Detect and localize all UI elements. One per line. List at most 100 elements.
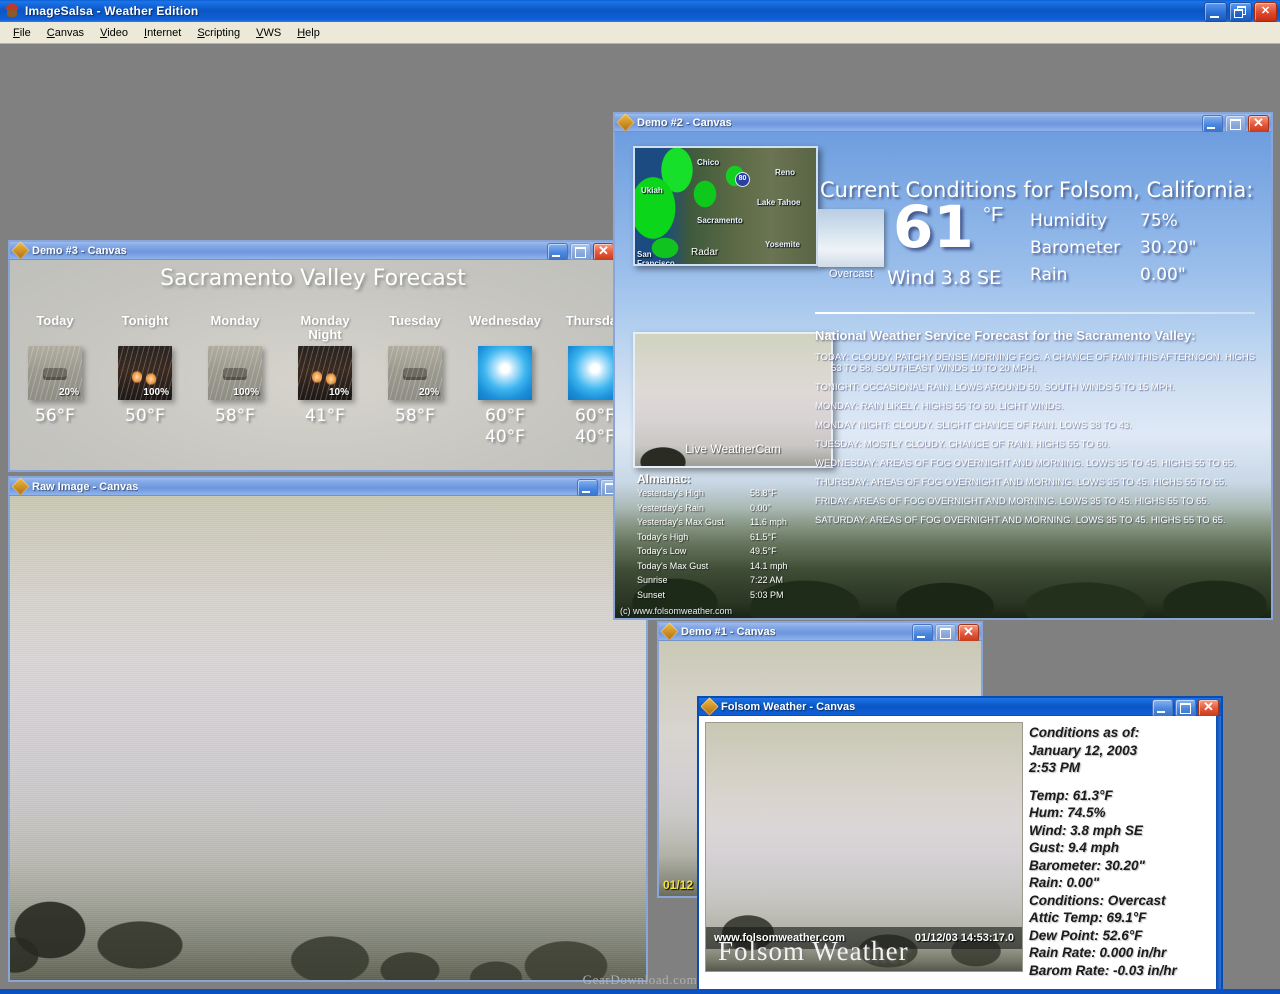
menu-item-help[interactable]: Help bbox=[289, 25, 328, 41]
almanac-key: Sunset bbox=[637, 588, 750, 603]
forecast-paragraph: TODAY: CLOUDY. PATCHY DENSE MORNING FOG.… bbox=[815, 352, 1263, 374]
forecast-temperatures: 60°F40°F bbox=[550, 406, 618, 448]
minimize-button[interactable] bbox=[1204, 2, 1227, 22]
forecast-temperatures: 58°F bbox=[370, 406, 460, 427]
forecast-day-column: Today20%56°F bbox=[10, 314, 100, 448]
demo3-close-button[interactable]: ✕ bbox=[593, 243, 614, 261]
window-demo-2: Demo #2 - Canvas ✕ Chico Reno Ukiah Lake… bbox=[613, 112, 1273, 620]
canvas-icon bbox=[616, 113, 634, 131]
status-strip bbox=[0, 989, 1280, 994]
demo3-minimize-button[interactable] bbox=[547, 243, 568, 261]
demo1-titlebar[interactable]: Demo #1 - Canvas ✕ bbox=[657, 621, 983, 641]
demo3-titlebar[interactable]: Demo #3 - Canvas ✕ bbox=[8, 240, 618, 260]
stat-row: Barometer30.20" bbox=[1030, 235, 1270, 262]
folsom-titlebar[interactable]: Folsom Weather - Canvas ✕ bbox=[697, 696, 1223, 716]
menu-item-vws[interactable]: VWS bbox=[248, 25, 289, 41]
folsom-reading: Wind: 3.8 mph SE bbox=[1029, 822, 1219, 840]
raw-image-titlebar[interactable]: Raw Image - Canvas ✕ bbox=[8, 476, 648, 496]
highway-80-badge: 80 bbox=[735, 172, 750, 187]
menu-item-canvas[interactable]: Canvas bbox=[39, 25, 92, 41]
radar-place-san-francisco: San Francisco bbox=[637, 250, 683, 266]
demo2-titlebar[interactable]: Demo #2 - Canvas ✕ bbox=[613, 112, 1273, 132]
demo2-close-button[interactable]: ✕ bbox=[1248, 115, 1269, 133]
forecast-temperatures: 58°F bbox=[190, 406, 280, 427]
folsom-webcam-image[interactable]: www.folsomweather.com 01/12/03 14:53:17.… bbox=[705, 722, 1023, 972]
close-button[interactable]: ✕ bbox=[1254, 2, 1277, 22]
forecast-day-name: Tonight bbox=[100, 314, 190, 344]
precip-probability: 100% bbox=[143, 387, 169, 398]
demo1-window-controls: ✕ bbox=[912, 624, 979, 642]
radar-place-sacramento: Sacramento bbox=[697, 216, 743, 225]
forecast-columns: Today20%56°FTonight 100% 50°F Monday 100% 58°… bbox=[10, 314, 616, 448]
menubar: File Canvas Video Internet Scripting VWS… bbox=[0, 22, 1280, 44]
radar-place-lake-tahoe: Lake Tahoe bbox=[757, 198, 800, 207]
forecast-weather-icon: 20% bbox=[388, 346, 442, 400]
almanac-row: Sunrise7:22 AM bbox=[637, 573, 817, 588]
radar-place-yosemite: Yosemite bbox=[765, 240, 800, 249]
demo2-window-controls: ✕ bbox=[1202, 115, 1269, 133]
vertical-scrollbar[interactable] bbox=[1216, 716, 1221, 994]
almanac-value: 7:22 AM bbox=[750, 573, 783, 588]
folsom-title: Folsom Weather - Canvas bbox=[721, 701, 855, 713]
almanac-row: Sunset5:03 PM bbox=[637, 588, 817, 603]
menu-item-file[interactable]: File bbox=[5, 25, 39, 41]
main-titlebar[interactable]: ImageSalsa - Weather Edition ✕ bbox=[0, 0, 1280, 23]
almanac-value: 61.5°F bbox=[750, 530, 777, 545]
demo3-canvas: Sacramento Valley Forecast Today20%56°FT… bbox=[8, 260, 618, 472]
forecast-day-name: Wednesday bbox=[460, 314, 550, 344]
folsom-close-button[interactable]: ✕ bbox=[1198, 699, 1219, 717]
forecast-weather-icon: 100% bbox=[208, 346, 262, 400]
live-weathercam-image[interactable]: Live WeatherCam bbox=[633, 332, 833, 468]
forecast-weather-icon: 10% bbox=[298, 346, 352, 400]
forecast-paragraph: TONIGHT: OCCASIONAL RAIN. LOWS AROUND 50… bbox=[815, 382, 1263, 393]
almanac-value: 14.1 mph bbox=[750, 559, 788, 574]
radar-map-image[interactable]: Chico Reno Ukiah Lake Tahoe Sacramento Y… bbox=[633, 146, 818, 266]
forecast-day-column: Monday 100% 58°F bbox=[190, 314, 280, 448]
cupcake-icon bbox=[4, 3, 20, 19]
raw-image-canvas bbox=[8, 496, 648, 982]
menu-item-internet[interactable]: Internet bbox=[136, 25, 189, 41]
current-stats-list: Humidity75%Barometer30.20"Rain0.00" bbox=[1030, 208, 1270, 289]
almanac-value: 0.00" bbox=[750, 501, 771, 516]
almanac-row: Today's Low49.5°F bbox=[637, 544, 817, 559]
demo2-minimize-button[interactable] bbox=[1202, 115, 1223, 133]
stat-row: Rain0.00" bbox=[1030, 262, 1270, 289]
raw-image-minimize-button[interactable] bbox=[577, 479, 598, 497]
tree-middle bbox=[260, 870, 460, 982]
conditions-time: 2:53 PM bbox=[1029, 759, 1219, 777]
nws-forecast-title: National Weather Service Forecast for th… bbox=[815, 328, 1196, 343]
almanac-row: Yesterday's Rain0.00" bbox=[637, 501, 817, 516]
almanac-key: Today's High bbox=[637, 530, 750, 545]
radar-label: Radar bbox=[691, 247, 718, 258]
almanac-key: Yesterday's High bbox=[637, 486, 750, 501]
demo2-maximize-button[interactable] bbox=[1225, 115, 1246, 133]
condition-label: Overcast bbox=[815, 268, 887, 280]
forecast-day-name: Monday bbox=[190, 314, 280, 344]
precip-probability: 100% bbox=[233, 387, 259, 398]
menu-item-video[interactable]: Video bbox=[92, 25, 136, 41]
demo1-close-button[interactable]: ✕ bbox=[958, 624, 979, 642]
nws-forecast-body: TODAY: CLOUDY. PATCHY DENSE MORNING FOG.… bbox=[815, 352, 1263, 534]
tree-right bbox=[466, 874, 648, 982]
demo3-title: Demo #3 - Canvas bbox=[32, 245, 127, 257]
forecast-day-column: MondayNight10%41°F bbox=[280, 314, 370, 448]
stat-value: 75% bbox=[1140, 208, 1178, 235]
folsom-reading: Dew Point: 52.6°F bbox=[1029, 927, 1219, 945]
overcast-icon bbox=[818, 209, 884, 267]
restore-button[interactable] bbox=[1229, 2, 1252, 22]
forecast-weather-icon bbox=[568, 346, 618, 400]
folsom-reading: Hum: 74.5% bbox=[1029, 804, 1219, 822]
stat-key: Rain bbox=[1030, 262, 1140, 289]
demo1-minimize-button[interactable] bbox=[912, 624, 933, 642]
folsom-minimize-button[interactable] bbox=[1152, 699, 1173, 717]
forecast-temperatures: 50°F bbox=[100, 406, 190, 427]
divider bbox=[815, 312, 1255, 314]
demo1-maximize-button[interactable] bbox=[935, 624, 956, 642]
folsom-canvas: www.folsomweather.com 01/12/03 14:53:17.… bbox=[697, 716, 1223, 994]
demo3-maximize-button[interactable] bbox=[570, 243, 591, 261]
folsom-maximize-button[interactable] bbox=[1175, 699, 1196, 717]
menu-item-scripting[interactable]: Scripting bbox=[189, 25, 248, 41]
window-raw-image: Raw Image - Canvas ✕ bbox=[8, 476, 648, 982]
folsom-reading: Attic Temp: 69.1°F bbox=[1029, 909, 1219, 927]
wind-reading: Wind 3.8 SE bbox=[887, 267, 1001, 289]
